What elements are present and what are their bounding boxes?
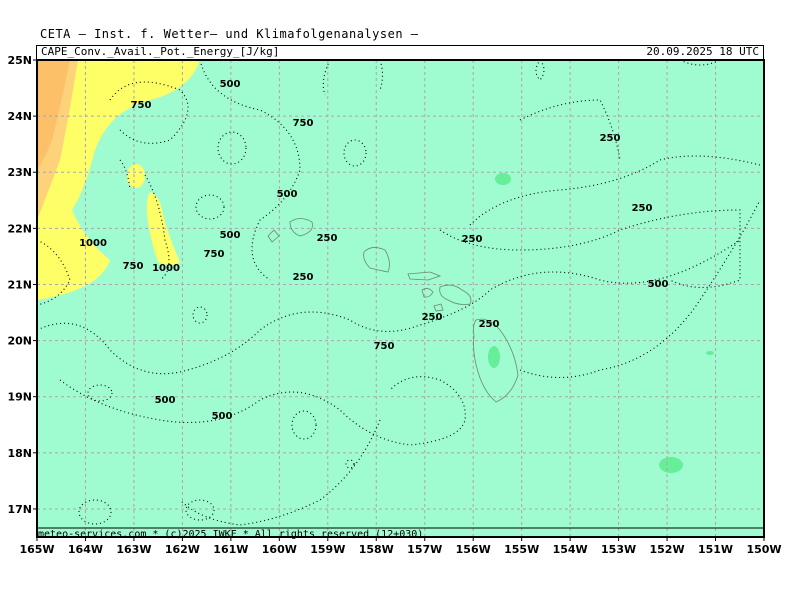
contour-label: 250: [479, 319, 500, 330]
cape-green-spot-2: [488, 346, 500, 368]
latitude-tick-label: 17N: [7, 503, 32, 516]
contour-label: 500: [277, 189, 298, 200]
latitude-tick-label: 25N: [7, 54, 32, 67]
map-background: [37, 60, 764, 537]
contour-label: 500: [212, 411, 233, 422]
longitude-tick-label: 158W: [359, 543, 394, 556]
contour-label: 250: [632, 203, 653, 214]
cape-map: 5007507505005002501000750100075025017502…: [7, 54, 781, 556]
contour-label: 1000: [79, 238, 107, 249]
longitude-tick-label: 165W: [19, 543, 54, 556]
longitude-tick-label: 154W: [553, 543, 588, 556]
contour-label: 500: [220, 79, 241, 90]
longitude-tick-label: 157W: [407, 543, 442, 556]
cape-green-spot-4: [706, 351, 714, 355]
latitude-tick-label: 21N: [7, 278, 32, 291]
cape-green-spot-1: [495, 173, 511, 185]
longitude-tick-label: 161W: [213, 543, 248, 556]
contour-label: 750: [204, 249, 225, 260]
contour-label: 250: [317, 233, 338, 244]
contour-label: 1000: [152, 263, 180, 274]
contour-label: 500: [220, 230, 241, 241]
latitude-tick-label: 19N: [7, 391, 32, 404]
contour-label: 250: [462, 234, 483, 245]
longitude-tick-label: 162W: [165, 543, 200, 556]
contour-label: 250: [422, 312, 443, 323]
contour-label: 750: [293, 118, 314, 129]
latitude-tick-label: 20N: [7, 335, 32, 348]
longitude-tick-label: 160W: [262, 543, 297, 556]
longitude-tick-label: 153W: [601, 543, 636, 556]
contour-label: 250: [600, 133, 621, 144]
contour-label: 250: [293, 272, 314, 283]
latitude-tick-label: 22N: [7, 222, 32, 235]
contour-label: 750: [131, 100, 152, 111]
latitude-tick-label: 23N: [7, 166, 32, 179]
longitude-tick-label: 164W: [68, 543, 103, 556]
cape-green-spot-3: [659, 457, 683, 473]
longitude-tick-label: 156W: [456, 543, 491, 556]
longitude-tick-label: 159W: [310, 543, 345, 556]
longitude-tick-label: 151W: [698, 543, 733, 556]
contour-label: 750: [374, 341, 395, 352]
contour-label: 500: [155, 395, 176, 406]
latitude-tick-label: 18N: [7, 447, 32, 460]
cape-yellow-blob-1: [127, 164, 145, 188]
contour-label: 500: [648, 279, 669, 290]
contour-label: 750: [123, 261, 144, 272]
latitude-ticks: 25N 24N 23N 22N 21N 20N 19N 18N 17N: [7, 54, 37, 516]
latitude-tick-label: 24N: [7, 110, 32, 123]
longitude-tick-label: 150W: [746, 543, 781, 556]
copyright-text: meteo-services.com * (c)2025 IWKF * All …: [38, 529, 424, 540]
longitude-tick-label: 163W: [116, 543, 151, 556]
longitude-tick-label: 155W: [504, 543, 539, 556]
longitude-tick-label: 152W: [650, 543, 685, 556]
